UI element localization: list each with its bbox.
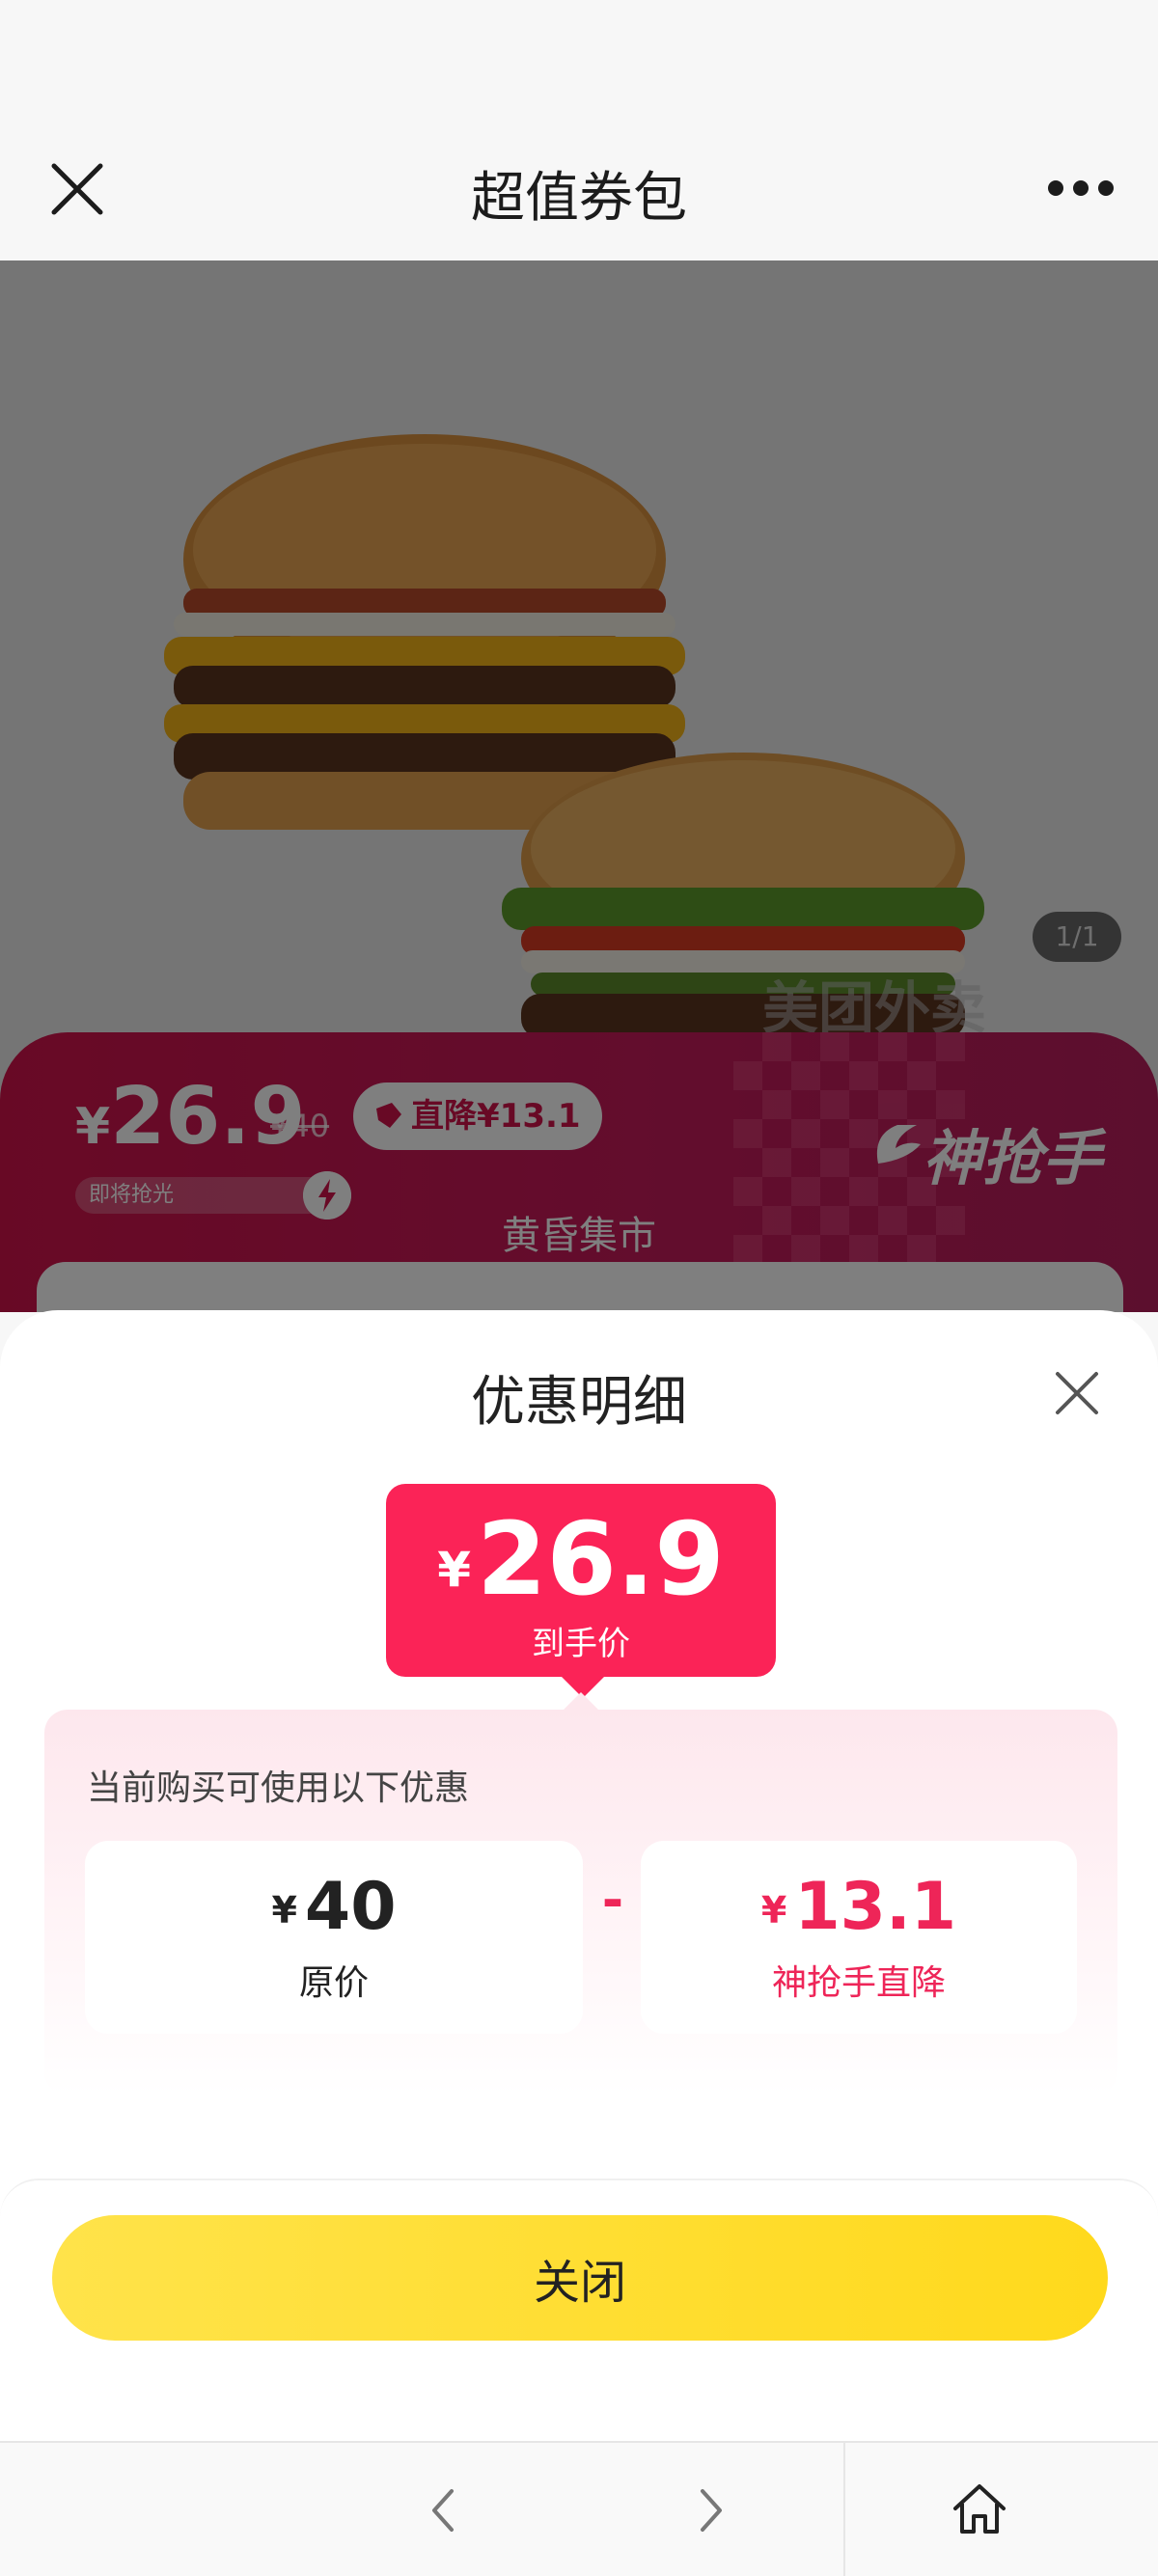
final-price-box: ¥26.9 到手价 [386, 1484, 776, 1677]
sheet-title: 优惠明细 [471, 1371, 687, 1434]
breakdown-title: 当前购买可使用以下优惠 [87, 1768, 470, 1808]
original-price-amount: 40 [304, 1869, 397, 1945]
discount-label: 神抢手直降 [771, 1963, 946, 2003]
modal-overlay[interactable] [0, 260, 1158, 1312]
action-area: 关闭 [0, 2179, 1158, 2441]
currency-symbol: ¥ [760, 1889, 787, 1932]
status-bar [0, 0, 1158, 125]
more-icon[interactable] [1042, 164, 1119, 212]
browser-toolbar [0, 2441, 1158, 2576]
minus-operator: - [601, 1870, 624, 1931]
final-price: ¥26.9 [386, 1501, 776, 1628]
original-price-label: 原价 [298, 1963, 369, 2003]
close-button[interactable]: 关闭 [52, 2215, 1108, 2341]
page-title: 超值券包 [471, 167, 687, 230]
discount-card: ¥13.1 神抢手直降 [641, 1841, 1077, 2034]
detail-pointer [562, 1692, 600, 1712]
currency-symbol: ¥ [271, 1889, 297, 1932]
original-price-value: ¥40 [85, 1864, 583, 1954]
toolbar-divider [843, 2443, 845, 2576]
final-price-label: 到手价 [532, 1625, 630, 1663]
discount-detail-sheet: 优惠明细 ¥26.9 到手价 当前购买可使用以下优惠 ¥40 原价 - ¥13.… [0, 1310, 1158, 2441]
currency-symbol: ¥ [437, 1542, 472, 1598]
discount-value: ¥13.1 [641, 1864, 1077, 1954]
back-arrow-icon[interactable] [415, 2481, 473, 2539]
close-icon[interactable] [1046, 1362, 1108, 1424]
final-price-value: 26.9 [477, 1500, 725, 1618]
discount-breakdown: 当前购买可使用以下优惠 ¥40 原价 - ¥13.1 神抢手直降 [44, 1710, 1117, 2096]
nav-bar: 超值券包 [0, 125, 1158, 260]
forward-arrow-icon[interactable] [681, 2481, 739, 2539]
home-icon[interactable] [948, 2478, 1011, 2541]
discount-amount: 13.1 [794, 1869, 957, 1945]
original-price-card: ¥40 原价 [85, 1841, 583, 2034]
